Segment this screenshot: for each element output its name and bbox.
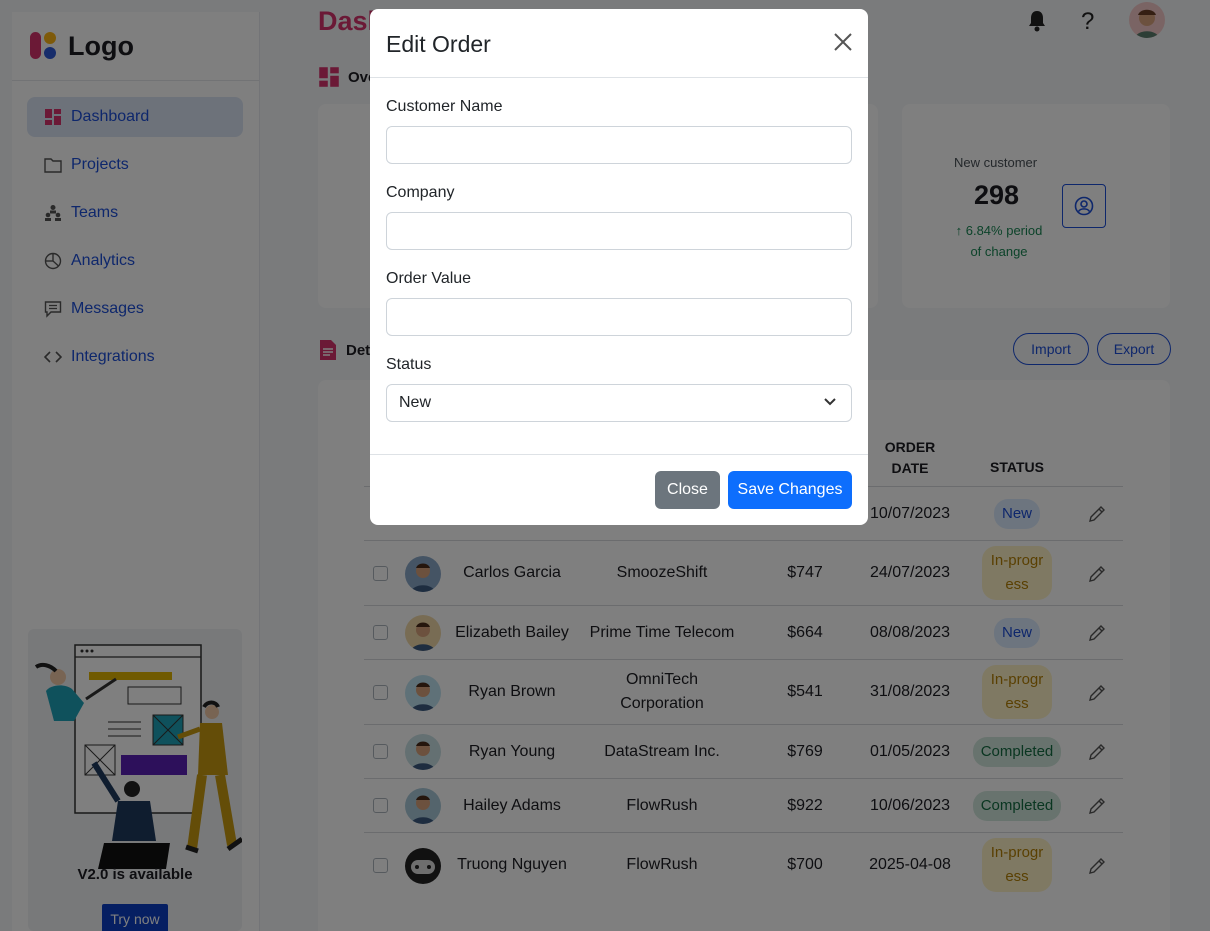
close-icon xyxy=(834,33,852,51)
order-value-input[interactable] xyxy=(386,298,852,336)
company-label: Company xyxy=(386,184,455,201)
customer-name-label: Customer Name xyxy=(386,98,503,115)
modal-footer: Close Save Changes xyxy=(370,454,868,525)
modal-title: Edit Order xyxy=(386,31,491,57)
edit-order-modal: Edit Order Customer Name Company Order V… xyxy=(370,9,868,525)
modal-header: Edit Order xyxy=(370,9,868,78)
modal-close-button[interactable] xyxy=(832,31,854,53)
status-label: Status xyxy=(386,356,432,373)
company-input[interactable] xyxy=(386,212,852,250)
close-button[interactable]: Close xyxy=(655,471,720,509)
customer-name-input[interactable] xyxy=(386,126,852,164)
status-select[interactable]: New xyxy=(386,384,852,422)
chevron-down-icon xyxy=(824,398,836,406)
order-value-label: Order Value xyxy=(386,270,472,287)
save-changes-button[interactable]: Save Changes xyxy=(728,471,852,509)
status-select-value: New xyxy=(399,394,432,411)
